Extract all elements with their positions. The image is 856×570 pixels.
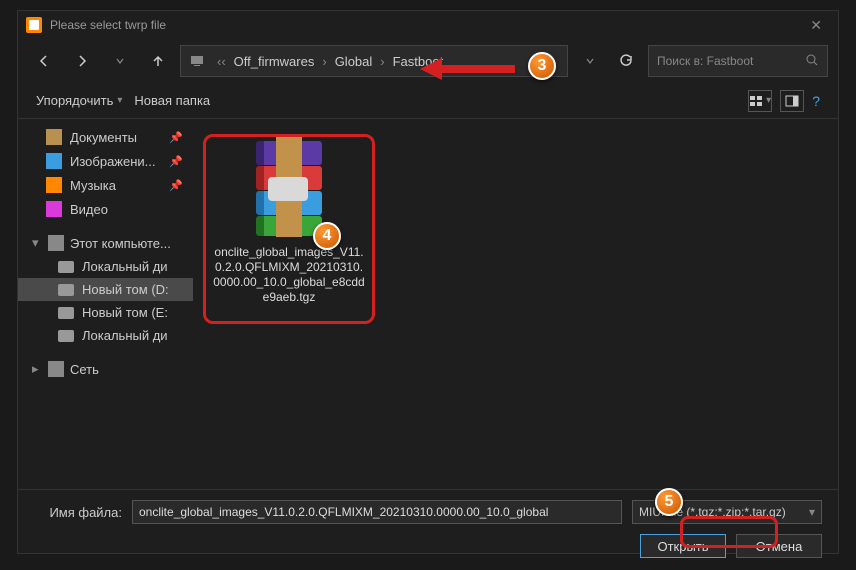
drive-icon xyxy=(58,307,74,319)
sidebar-item-drive[interactable]: Новый том (E: xyxy=(18,301,193,324)
filename-label: Имя файла: xyxy=(34,505,122,520)
annotation-callout-4: 4 xyxy=(313,222,341,250)
pin-icon: 📌 xyxy=(169,131,183,144)
new-folder-button[interactable]: Новая папка xyxy=(134,93,210,108)
annotation-callout-5: 5 xyxy=(655,488,683,516)
file-item[interactable]: onclite_global_images_V11.0.2.0.QFLMIXM_… xyxy=(209,137,369,305)
help-icon[interactable]: ? xyxy=(812,93,820,109)
search-input[interactable]: Поиск в: Fastboot xyxy=(648,45,828,77)
search-placeholder: Поиск в: Fastboot xyxy=(657,54,753,68)
organize-button[interactable]: Упорядочить ▾ xyxy=(36,93,122,108)
forward-button[interactable] xyxy=(66,45,98,77)
breadcrumb-item[interactable]: Global xyxy=(331,54,377,69)
network-icon xyxy=(48,361,64,377)
pin-icon: 📌 xyxy=(169,179,183,192)
window-title: Please select twrp file xyxy=(50,18,166,32)
sidebar-item-pictures[interactable]: Изображени... 📌 xyxy=(18,149,193,173)
chevron-down-icon: ▾ xyxy=(809,505,815,519)
pictures-icon xyxy=(46,153,62,169)
close-icon[interactable]: ✕ xyxy=(802,17,830,34)
chevron-right-icon: › xyxy=(318,54,330,69)
file-open-dialog: Please select twrp file ✕ ‹‹ Off_firmwar… xyxy=(17,10,839,554)
chevron-right-icon: ▸ xyxy=(32,361,42,377)
sidebar-group-network[interactable]: ▸ Сеть xyxy=(18,357,193,381)
sidebar-item-drive[interactable]: Локальный ди xyxy=(18,324,193,347)
back-button[interactable] xyxy=(28,45,60,77)
annotation-arrow xyxy=(420,54,520,84)
pin-icon: 📌 xyxy=(169,155,183,168)
sidebar-item-drive[interactable]: Локальный ди xyxy=(18,255,193,278)
annotation-callout-3: 3 xyxy=(528,52,556,80)
file-name: onclite_global_images_V11.0.2.0.QFLMIXM_… xyxy=(209,245,369,305)
chevron-down-icon[interactable] xyxy=(104,45,136,77)
toolbar: Упорядочить ▾ Новая папка ▾ ? xyxy=(18,83,838,119)
annotation-highlight xyxy=(680,516,778,548)
chevron-right-icon: › xyxy=(376,54,388,69)
pc-icon xyxy=(48,235,64,251)
body-area: Документы 📌 Изображени... 📌 Музыка 📌 Вид… xyxy=(18,119,838,489)
sidebar-item-documents[interactable]: Документы 📌 xyxy=(18,125,193,149)
drive-icon xyxy=(58,261,74,273)
breadcrumb-dropdown[interactable] xyxy=(574,45,606,77)
breadcrumb-item[interactable]: Off_firmwares xyxy=(230,54,319,69)
preview-pane-button[interactable] xyxy=(780,90,804,112)
sidebar-item-video[interactable]: Видео xyxy=(18,197,193,221)
file-list[interactable]: onclite_global_images_V11.0.2.0.QFLMIXM_… xyxy=(193,119,838,489)
video-icon xyxy=(46,201,62,217)
drive-icon xyxy=(58,330,74,342)
chevron-down-icon: ▾ xyxy=(117,95,122,106)
sidebar-item-drive[interactable]: Новый том (D: xyxy=(18,278,193,301)
chevron-right-icon: ‹‹ xyxy=(213,54,230,69)
music-icon xyxy=(46,177,62,193)
chevron-down-icon: ▾ xyxy=(32,235,42,251)
sidebar-group-thispc[interactable]: ▾ Этот компьюте... xyxy=(18,231,193,255)
sidebar-item-music[interactable]: Музыка 📌 xyxy=(18,173,193,197)
view-options-button[interactable]: ▾ xyxy=(748,90,772,112)
titlebar: Please select twrp file ✕ xyxy=(18,11,838,39)
filename-input[interactable] xyxy=(132,500,622,524)
app-icon xyxy=(26,17,42,33)
archive-icon xyxy=(244,137,334,237)
sidebar: Документы 📌 Изображени... 📌 Музыка 📌 Вид… xyxy=(18,119,193,489)
documents-icon xyxy=(46,129,62,145)
pc-icon xyxy=(189,53,205,69)
drive-icon xyxy=(58,284,74,296)
search-icon xyxy=(805,53,819,70)
up-button[interactable] xyxy=(142,45,174,77)
refresh-button[interactable] xyxy=(610,45,642,77)
